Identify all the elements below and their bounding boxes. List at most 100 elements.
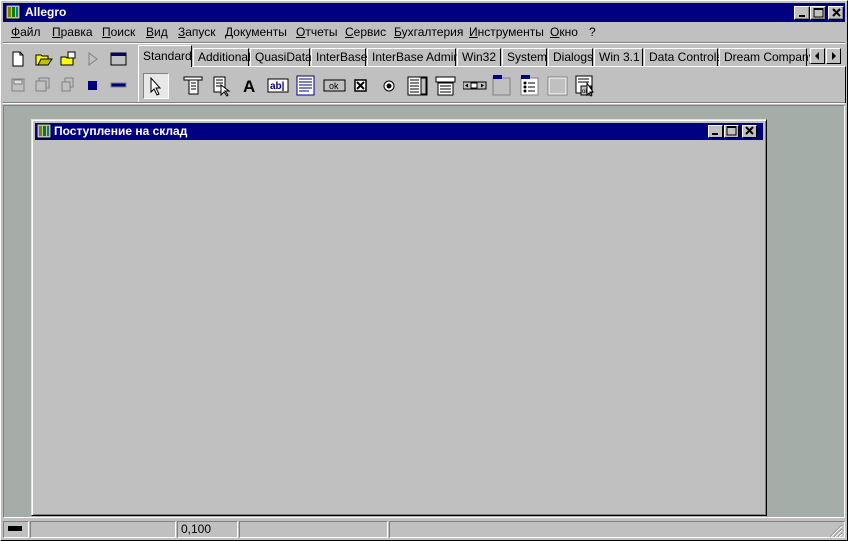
tab-win32[interactable]: Win32	[457, 48, 501, 67]
menu-item-6[interactable]: Отчеты	[296, 25, 338, 39]
status-indicator-panel	[3, 521, 29, 538]
component-pointer[interactable]	[143, 73, 169, 99]
menu-accel-letter: П	[102, 25, 111, 39]
open-project-icon	[60, 51, 76, 66]
component-palette: Standard Additional QuasiData InterBase Inte…	[138, 45, 846, 103]
status-panel-3	[239, 521, 388, 538]
component-actionlist[interactable]: ok	[573, 73, 599, 99]
tabs-scroll-left-button[interactable]	[810, 48, 825, 64]
child-close-button[interactable]	[742, 125, 757, 138]
menu-accel-letter: В	[146, 25, 155, 39]
svg-text:A: A	[243, 77, 255, 96]
menu-item-3[interactable]: Вид	[146, 25, 168, 39]
menu-label-rest: ервис	[353, 25, 387, 39]
menu-label-rest: айл	[20, 25, 41, 39]
menu-item-7[interactable]: Сервис	[345, 25, 386, 39]
new-file-button[interactable]	[7, 48, 29, 70]
indicator-icon	[8, 526, 22, 531]
component-checkbox[interactable]	[349, 73, 375, 99]
memo-icon	[296, 75, 315, 96]
menu-accel-letter: И	[469, 25, 478, 39]
tab-quasidata[interactable]: QuasiData	[250, 48, 312, 67]
child-title-bar[interactable]: Поступление на склад	[35, 123, 763, 140]
maximize-button[interactable]	[810, 6, 826, 20]
save-all-icon	[35, 77, 50, 92]
stop-button[interactable]	[82, 74, 104, 96]
menu-accel-letter: Ф	[11, 25, 21, 39]
component-radiogroup[interactable]	[517, 73, 543, 99]
combobox-icon	[435, 76, 456, 96]
menu-item-5[interactable]: Документы	[225, 25, 287, 39]
menu-accel-letter: П	[52, 25, 61, 39]
component-panel[interactable]	[545, 73, 571, 99]
maximize-icon	[813, 8, 824, 18]
open-file-button[interactable]	[32, 48, 54, 70]
component-scrollbar[interactable]	[461, 73, 487, 99]
toggle-unit-button[interactable]	[107, 74, 129, 96]
child-window[interactable]: Поступление на склад	[31, 119, 767, 516]
child-maximize-button[interactable]	[724, 125, 739, 138]
menu-item-11[interactable]: ?	[589, 25, 596, 39]
tab-interbase[interactable]: InterBase	[311, 48, 367, 67]
status-panel-2: 0,100	[177, 521, 238, 538]
size-grip-icon[interactable]	[829, 524, 843, 538]
add-file-icon	[61, 77, 74, 92]
run-button[interactable]	[82, 48, 104, 70]
tab-data-controls[interactable]: Data Controls	[644, 48, 722, 67]
tab-dialogs[interactable]: Dialogs	[548, 48, 593, 67]
menu-label-rest: тчеты	[305, 25, 338, 39]
child-app-icon[interactable]	[36, 123, 52, 142]
component-memo[interactable]	[293, 73, 319, 99]
menu-label-rest: окументы	[233, 25, 287, 39]
tab-interbase-admin[interactable]: InterBase Admin	[367, 48, 460, 67]
tabs-scroll-right-button[interactable]	[826, 48, 841, 64]
menu-accel-letter: О	[550, 25, 560, 39]
panel-icon	[547, 76, 568, 96]
close-button[interactable]	[828, 6, 844, 20]
save-icon	[11, 78, 25, 92]
menu-item-4[interactable]: Запуск	[178, 25, 216, 39]
tab-dream-company[interactable]: Dream Company	[719, 48, 815, 67]
main-window: Allegro Файл Правка Поиск Вид Запуск Документ…	[0, 0, 848, 541]
checkbox-icon	[354, 79, 367, 92]
actionlist-icon: ok	[575, 75, 594, 97]
component-radiobutton[interactable]	[377, 73, 403, 99]
component-listbox[interactable]	[405, 73, 431, 99]
menu-bar: Файл Правка Поиск Вид Запуск Документы Отчеты С…	[3, 23, 845, 41]
menu-label-rest: кно	[559, 25, 578, 39]
tab-system[interactable]: System	[502, 48, 547, 67]
edit-icon: ab|	[267, 78, 289, 93]
menu-item-1[interactable]: Правка	[52, 25, 93, 39]
component-popupmenu[interactable]	[209, 73, 235, 99]
menu-item-9[interactable]: Инструменты	[469, 25, 544, 39]
toggle-form-button[interactable]	[107, 48, 129, 70]
tab-additional[interactable]: Additional	[193, 48, 251, 67]
menu-item-2[interactable]: Поиск	[102, 25, 135, 39]
add-file-button[interactable]	[57, 74, 79, 96]
save-all-button[interactable]	[32, 74, 54, 96]
menu-item-8[interactable]: Бухгалтерия	[394, 25, 463, 39]
menu-label-rest: нструменты	[477, 25, 544, 39]
menu-item-0[interactable]: Файл	[11, 25, 41, 39]
tab-standard[interactable]: Standard	[138, 45, 192, 67]
status-panel-4	[389, 521, 845, 538]
component-groupbox[interactable]	[489, 73, 515, 99]
minimize-button[interactable]	[794, 6, 810, 20]
component-mainmenu[interactable]	[181, 73, 207, 99]
child-window-title: Поступление на склад	[54, 124, 188, 138]
open-project-button[interactable]	[57, 48, 79, 70]
menu-accel-letter: С	[345, 25, 354, 39]
window-title: Allegro	[25, 5, 67, 19]
child-minimize-button[interactable]	[708, 125, 723, 138]
app-icon[interactable]	[5, 4, 21, 20]
component-label[interactable]: A	[237, 73, 263, 99]
menu-item-10[interactable]: Окно	[550, 25, 578, 39]
title-bar[interactable]: Allegro	[3, 3, 845, 22]
save-button[interactable]	[7, 74, 29, 96]
tab-win-3.1[interactable]: Win 3.1	[594, 48, 643, 67]
component-edit[interactable]: ab|	[265, 73, 291, 99]
run-icon	[88, 52, 98, 66]
component-button[interactable]: ok	[321, 73, 347, 99]
component-combobox[interactable]	[433, 73, 459, 99]
status-bar: 0,100	[3, 520, 845, 539]
